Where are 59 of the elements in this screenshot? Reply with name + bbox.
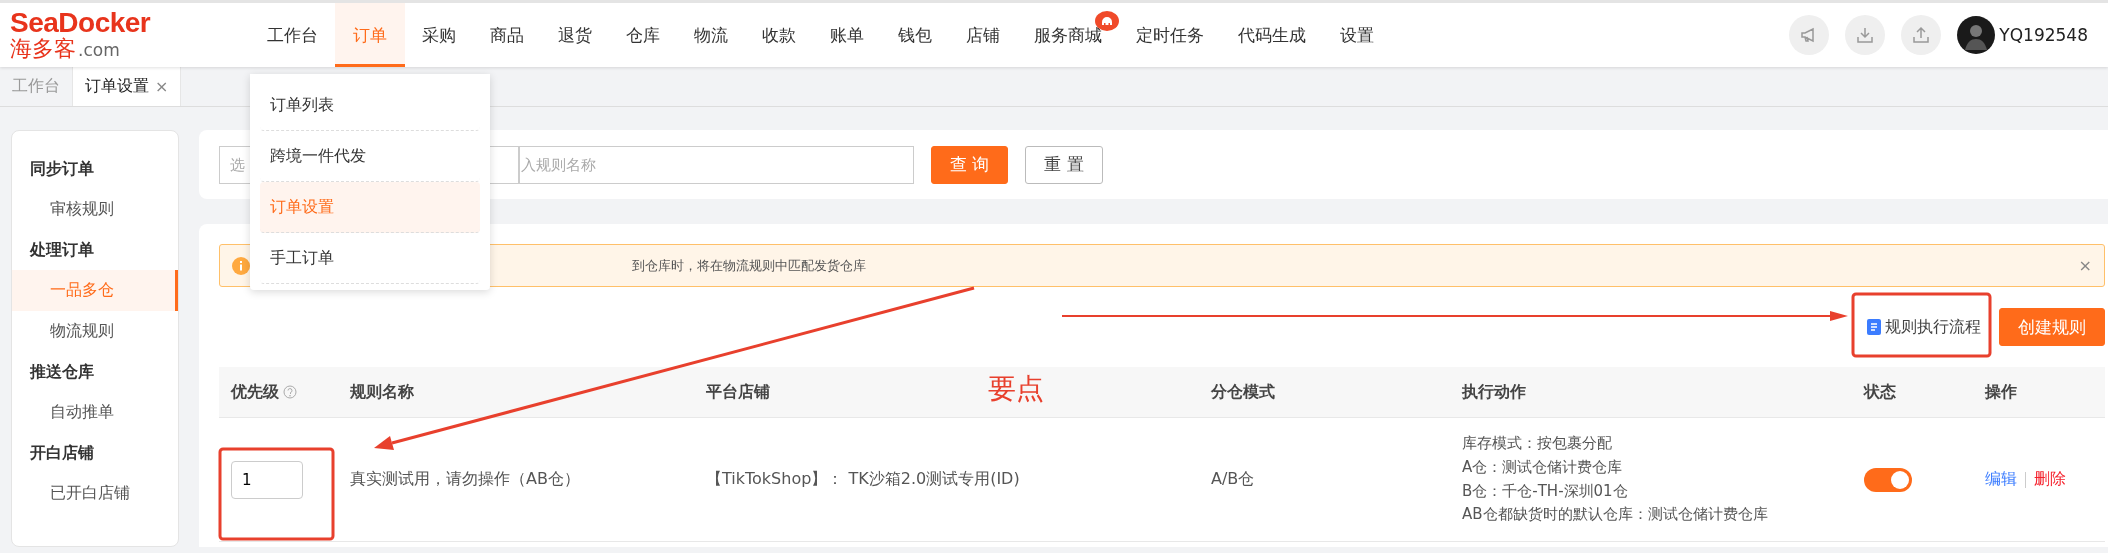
sidebar-item[interactable]: 自动推单 bbox=[12, 392, 178, 433]
sidebar-item[interactable]: 物流规则 bbox=[12, 311, 178, 352]
column-header: 分仓模式 bbox=[1199, 367, 1450, 418]
edit-link[interactable]: 编辑 bbox=[1985, 469, 2017, 490]
nav-item[interactable]: 代码生成 bbox=[1221, 3, 1323, 67]
status-toggle[interactable] bbox=[1864, 467, 1912, 492]
username[interactable]: YQ192548 bbox=[1999, 25, 2088, 45]
delete-link[interactable]: 删除 bbox=[2034, 469, 2066, 490]
rule-name-field[interactable]: 入规则名称 bbox=[519, 145, 914, 184]
logo-domain: .com bbox=[78, 39, 120, 60]
column-header: 操作 bbox=[1973, 367, 2105, 418]
action-line: B仓：千仓-TH-深圳01仓 bbox=[1462, 480, 1629, 502]
sidebar-group-title: 同步订单 bbox=[29, 157, 95, 180]
nav-item[interactable]: 服务商城 bbox=[1017, 3, 1119, 67]
nav-item[interactable]: 采购 bbox=[405, 3, 473, 67]
annotation-label: 要点 bbox=[988, 371, 1044, 407]
logo-brand: SeaDocker bbox=[10, 8, 152, 37]
alert-text: 到仓库时，将在物流规则中匹配发货仓库 bbox=[632, 256, 866, 275]
avatar[interactable] bbox=[1957, 16, 1996, 54]
column-header: 状态 bbox=[1852, 367, 1973, 418]
column-header: 优先级 bbox=[219, 367, 338, 418]
nav-item[interactable]: 商品 bbox=[473, 3, 541, 67]
page-tab[interactable]: 订单设置 × bbox=[73, 67, 182, 106]
table-cell: 【TikTokShop】： TK沙箱2.0测试专用(ID) bbox=[694, 418, 1199, 542]
rule-flow-link[interactable]: 规则执行流程 bbox=[1867, 316, 1981, 338]
megaphone-button[interactable] bbox=[1789, 15, 1830, 55]
document-icon bbox=[1867, 319, 1881, 335]
action-line: A仓：测试仓储计费仓库 bbox=[1462, 456, 1624, 478]
reset-button[interactable]: 重 置 bbox=[1025, 145, 1103, 184]
menu-item[interactable]: 订单列表 bbox=[260, 80, 480, 131]
nav-item[interactable]: 工作台 bbox=[250, 3, 335, 67]
column-header: 规则名称 bbox=[338, 367, 694, 418]
column-header: 执行动作 bbox=[1450, 367, 1852, 418]
nav-item[interactable]: 钱包 bbox=[881, 3, 949, 67]
upload-icon bbox=[1911, 25, 1932, 45]
nav-item[interactable]: 账单 bbox=[813, 3, 881, 67]
menu-item[interactable]: 手工订单 bbox=[260, 233, 480, 284]
sidebar-item[interactable]: 审核规则 bbox=[12, 189, 178, 230]
nav-item[interactable]: 退货 bbox=[541, 3, 609, 67]
download-button[interactable] bbox=[1845, 15, 1886, 55]
sidebar-group-title: 处理订单 bbox=[28, 238, 95, 261]
close-icon[interactable]: × bbox=[155, 77, 169, 96]
nav-item[interactable]: 物流 bbox=[677, 3, 745, 67]
sidebar-group-title: 开白店铺 bbox=[29, 441, 95, 464]
nav-item[interactable]: 仓库 bbox=[609, 3, 677, 67]
nav-item[interactable]: 收款 bbox=[745, 3, 813, 67]
sidebar-group-title: 推送仓库 bbox=[28, 360, 95, 383]
action-line: 库存模式：按包裹分配 bbox=[1462, 433, 1613, 454]
sidebar-item[interactable]: 已开白店铺 bbox=[12, 473, 178, 514]
nav-item[interactable]: 设置 bbox=[1323, 3, 1391, 67]
upload-button[interactable] bbox=[1901, 15, 1942, 55]
table-cell: A/B仓 bbox=[1199, 418, 1450, 542]
nav-item[interactable]: 店铺 bbox=[949, 3, 1017, 67]
help-icon[interactable] bbox=[283, 385, 297, 399]
download-icon bbox=[1855, 25, 1876, 45]
action-line: AB仓都缺货时的默认仓库：测试仓储计费仓库 bbox=[1462, 504, 1769, 526]
logo-name: 海多客 bbox=[10, 36, 76, 62]
nav-item[interactable]: 定时任务 bbox=[1119, 3, 1221, 67]
priority-field[interactable]: 1 bbox=[231, 460, 303, 499]
